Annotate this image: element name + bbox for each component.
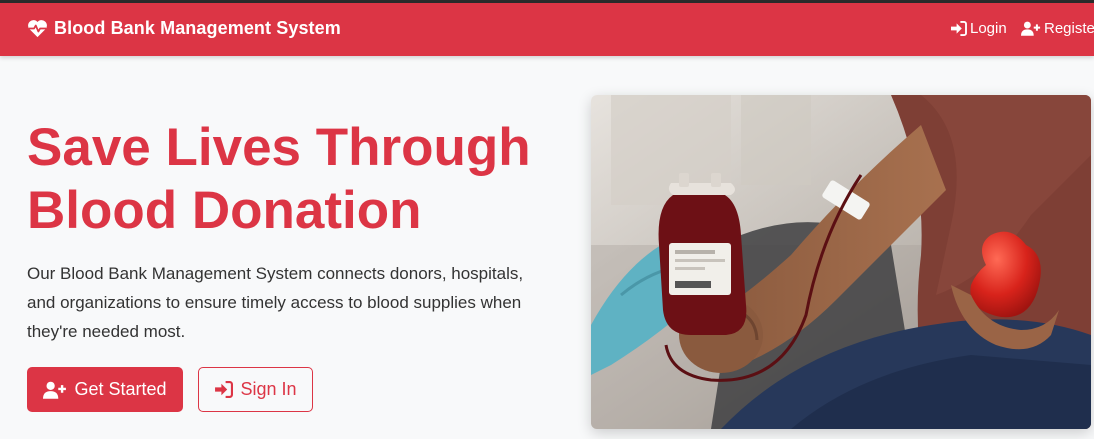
blood-donation-illustration xyxy=(591,95,1091,429)
navbar: Blood Bank Management System Login Regis… xyxy=(0,3,1094,56)
sign-in-label: Sign In xyxy=(240,379,297,399)
blood-donation-image xyxy=(591,95,1091,429)
hero-title-line-1: Save Lives Through xyxy=(27,118,531,177)
sign-in-icon xyxy=(215,381,234,398)
get-started-label: Get Started xyxy=(74,379,167,399)
login-link[interactable]: Login xyxy=(950,20,1007,37)
login-label: Login xyxy=(970,20,1007,37)
heartbeat-icon xyxy=(28,20,47,38)
hero-description: Our Blood Bank Management System connect… xyxy=(27,264,524,341)
sign-in-icon xyxy=(951,21,967,36)
sign-in-button[interactable]: Sign In xyxy=(198,367,313,412)
hero-title: Save Lives Through Blood Donation xyxy=(27,116,567,242)
brand-title: Blood Bank Management System xyxy=(54,18,341,38)
user-plus-icon xyxy=(1021,21,1041,36)
navbar-brand[interactable]: Blood Bank Management System xyxy=(27,18,341,39)
user-plus-icon xyxy=(43,381,67,399)
hero-title-line-2: Blood Donation xyxy=(27,181,422,240)
register-link[interactable]: Register xyxy=(1021,20,1094,37)
get-started-button[interactable]: Get Started xyxy=(27,367,183,412)
register-label: Register xyxy=(1044,20,1094,37)
